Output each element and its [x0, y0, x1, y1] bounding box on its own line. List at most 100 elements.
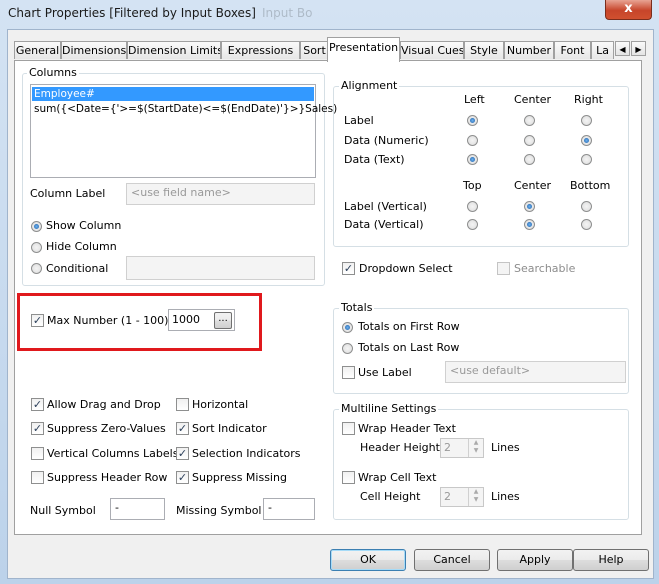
- show-column-radio[interactable]: [31, 221, 42, 232]
- totals-first-row-label[interactable]: Totals on First Row: [358, 320, 460, 333]
- align-data-numeric-row: Data (Numeric): [344, 134, 429, 147]
- horizontal-checkbox[interactable]: [176, 398, 189, 411]
- tab-dimensions[interactable]: Dimensions: [61, 41, 127, 59]
- allow-drag-drop-label[interactable]: Allow Drag and Drop: [47, 398, 161, 411]
- allow-drag-drop-checkbox[interactable]: ✓: [31, 398, 44, 411]
- tab-visual-cues[interactable]: Visual Cues: [400, 41, 464, 59]
- columns-group-label: Columns: [27, 66, 79, 79]
- tab-style[interactable]: Style: [464, 41, 504, 59]
- use-label-input[interactable]: <use default>: [445, 361, 626, 383]
- label-align-right-radio[interactable]: [581, 115, 592, 126]
- help-button[interactable]: Help: [573, 549, 649, 571]
- label-align-left-radio[interactable]: [467, 115, 478, 126]
- tab-sort[interactable]: Sort: [300, 41, 329, 59]
- text-align-center-radio[interactable]: [524, 154, 535, 165]
- data-valign-center-radio[interactable]: [524, 219, 535, 230]
- hide-column-label[interactable]: Hide Column: [46, 240, 117, 253]
- cancel-button[interactable]: Cancel: [414, 549, 490, 571]
- spin-up-icon[interactable]: ▲: [469, 439, 483, 447]
- data-valign-top-radio[interactable]: [467, 219, 478, 230]
- close-button[interactable]: x: [605, 0, 652, 20]
- searchable-label[interactable]: Searchable: [514, 262, 575, 275]
- tab-scroll-left-icon[interactable]: ◀: [615, 41, 630, 56]
- wrap-header-text-checkbox[interactable]: [342, 422, 355, 435]
- tab-font[interactable]: Font: [554, 41, 591, 59]
- list-item[interactable]: sum({<Date={'>=$(StartDate)<=$(EndDate)'…: [32, 102, 337, 116]
- ok-button[interactable]: OK: [330, 549, 406, 571]
- suppress-zero-values-label[interactable]: Suppress Zero-Values: [47, 422, 166, 435]
- list-item[interactable]: Employee#: [32, 87, 314, 101]
- background-window-title: Input Bo: [262, 6, 313, 20]
- tab-strip: General Dimensions Dimension Limits Expr…: [14, 37, 654, 62]
- annotation-highlight-box: [17, 293, 262, 351]
- conditional-input[interactable]: [126, 256, 315, 280]
- suppress-header-row-label[interactable]: Suppress Header Row: [47, 471, 167, 484]
- cell-lines-label: Lines: [491, 490, 520, 503]
- label-valign-top-radio[interactable]: [467, 201, 478, 212]
- horizontal-label[interactable]: Horizontal: [192, 398, 248, 411]
- spin-down-icon[interactable]: ▼: [469, 496, 483, 504]
- apply-button[interactable]: Apply: [497, 549, 573, 571]
- conditional-label[interactable]: Conditional: [46, 262, 108, 275]
- wrap-cell-text-label[interactable]: Wrap Cell Text: [358, 471, 436, 484]
- header-height-value: 2: [444, 441, 451, 454]
- suppress-zero-values-checkbox[interactable]: ✓: [31, 422, 44, 435]
- text-align-left-radio[interactable]: [467, 154, 478, 165]
- use-label-label[interactable]: Use Label: [358, 366, 412, 379]
- selection-indicators-checkbox[interactable]: ✓: [176, 447, 189, 460]
- tab-expressions[interactable]: Expressions: [221, 41, 300, 59]
- vertical-columns-labels-checkbox[interactable]: [31, 447, 44, 460]
- align-label-row: Label: [344, 114, 374, 127]
- dropdown-select-label[interactable]: Dropdown Select: [359, 262, 453, 275]
- label-valign-bottom-radio[interactable]: [581, 201, 592, 212]
- use-label-checkbox[interactable]: [342, 366, 355, 379]
- conditional-radio[interactable]: [31, 263, 42, 274]
- numeric-align-right-radio[interactable]: [581, 135, 592, 146]
- numeric-align-left-radio[interactable]: [467, 135, 478, 146]
- null-symbol-input[interactable]: -: [110, 498, 165, 520]
- selection-indicators-label[interactable]: Selection Indicators: [192, 447, 301, 460]
- wrap-cell-text-checkbox[interactable]: [342, 471, 355, 484]
- tab-scroll-right-icon[interactable]: ▶: [631, 41, 646, 56]
- data-valign-bottom-radio[interactable]: [581, 219, 592, 230]
- cell-height-spinner[interactable]: 2 ▲ ▼: [440, 487, 484, 507]
- column-label-input[interactable]: <use field name>: [126, 183, 315, 205]
- columns-listbox[interactable]: Employee# sum({<Date={'>=$(StartDate)<=$…: [30, 84, 337, 178]
- tab-number[interactable]: Number: [504, 41, 554, 59]
- align-bottom-header: Bottom: [570, 179, 611, 192]
- cell-height-value: 2: [444, 490, 451, 503]
- sort-indicator-checkbox[interactable]: ✓: [176, 422, 189, 435]
- show-column-label[interactable]: Show Column: [46, 219, 121, 232]
- spin-up-icon[interactable]: ▲: [469, 488, 483, 496]
- align-center-header: Center: [514, 93, 552, 106]
- totals-last-row-radio[interactable]: [342, 343, 353, 354]
- spin-down-icon[interactable]: ▼: [469, 447, 483, 455]
- suppress-missing-checkbox[interactable]: ✓: [176, 471, 189, 484]
- header-height-spinner[interactable]: 2 ▲ ▼: [440, 438, 484, 458]
- tab-layout[interactable]: La: [591, 41, 614, 59]
- vertical-columns-labels-label[interactable]: Vertical Columns Labels: [47, 447, 178, 460]
- suppress-missing-label[interactable]: Suppress Missing: [192, 471, 287, 484]
- label-align-center-radio[interactable]: [524, 115, 535, 126]
- missing-symbol-input[interactable]: -: [263, 498, 315, 520]
- align-data-text-row: Data (Text): [344, 153, 405, 166]
- missing-symbol-label: Missing Symbol: [176, 504, 262, 517]
- wrap-header-text-label[interactable]: Wrap Header Text: [358, 422, 456, 435]
- tab-general[interactable]: General: [14, 41, 61, 59]
- totals-last-row-label[interactable]: Totals on Last Row: [358, 341, 459, 354]
- column-label-label: Column Label: [30, 187, 106, 200]
- suppress-header-row-checkbox[interactable]: [31, 471, 44, 484]
- alignment-group-label: Alignment: [339, 79, 400, 92]
- tab-dimension-limits[interactable]: Dimension Limits: [127, 41, 221, 59]
- searchable-checkbox[interactable]: [497, 262, 510, 275]
- align-vcenter-header: Center: [514, 179, 552, 192]
- title-bar[interactable]: Chart Properties [Filtered by Input Boxe…: [0, 0, 659, 28]
- tab-presentation[interactable]: Presentation: [327, 37, 400, 62]
- totals-first-row-radio[interactable]: [342, 322, 353, 333]
- dropdown-select-checkbox[interactable]: ✓: [342, 262, 355, 275]
- hide-column-radio[interactable]: [31, 242, 42, 253]
- sort-indicator-label[interactable]: Sort Indicator: [192, 422, 267, 435]
- numeric-align-center-radio[interactable]: [524, 135, 535, 146]
- label-valign-center-radio[interactable]: [524, 201, 535, 212]
- text-align-right-radio[interactable]: [581, 154, 592, 165]
